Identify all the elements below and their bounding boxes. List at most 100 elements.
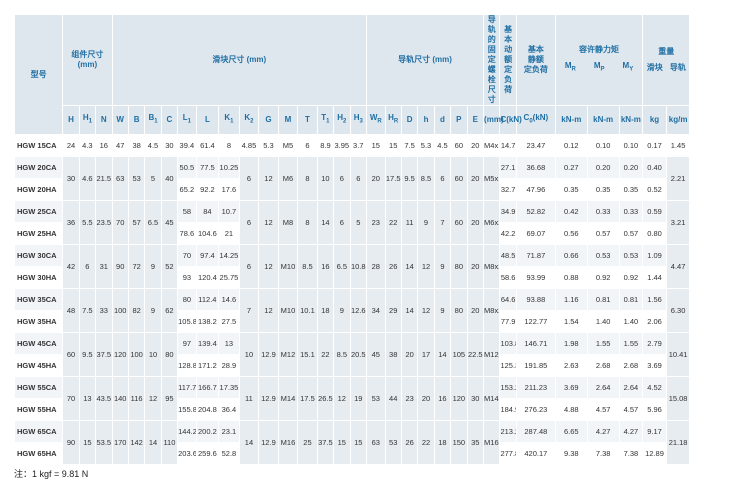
cell-value: 26 bbox=[401, 421, 418, 464]
cell-value: 10 bbox=[239, 333, 259, 376]
cell-value: 27.5 bbox=[219, 311, 239, 332]
cell-wb: 2.06 bbox=[643, 311, 666, 332]
cell-value: M14 bbox=[278, 377, 298, 420]
cell-value: 14 bbox=[145, 421, 161, 464]
cell-value: 117.7 bbox=[178, 377, 196, 398]
col-c0: C0(kN) bbox=[516, 106, 555, 134]
cell-c0: 287.48 bbox=[516, 421, 555, 442]
cell-wb: 0.80 bbox=[643, 223, 666, 244]
cell-c0: 146.71 bbox=[516, 333, 555, 354]
table-row: HGW 55CA 70 13 43.5 140 116 12 95 117.7 166.7 17.3… bbox=[15, 377, 737, 420]
cell-value: 6 bbox=[239, 157, 259, 200]
cell-mr: 0.12 bbox=[555, 135, 587, 156]
cell-value: 12 bbox=[418, 245, 434, 288]
cell-value: 18 bbox=[317, 289, 334, 332]
cell-value: 15 bbox=[334, 421, 350, 464]
col-h2: H2 bbox=[334, 106, 350, 134]
cell-value: 9.5 bbox=[401, 157, 418, 200]
cell-value: 112.4 bbox=[196, 289, 219, 310]
cell-value: 11 bbox=[401, 201, 418, 244]
cell-value: 37.5 bbox=[96, 333, 112, 376]
cell-value: 7 bbox=[239, 289, 259, 332]
cell-value: 52.8 bbox=[219, 443, 239, 464]
cell-value: 23 bbox=[367, 201, 385, 244]
cell-value: 9 bbox=[334, 289, 350, 332]
cell-value: 33 bbox=[96, 289, 112, 332]
cell-value: 5 bbox=[145, 157, 161, 200]
cell-value: 62 bbox=[161, 289, 178, 332]
cell-c0: 52.82 bbox=[516, 201, 555, 222]
cell-value: 82 bbox=[128, 289, 145, 332]
cell-wb: 1.09 bbox=[643, 245, 666, 266]
model-name: HGW 45CA bbox=[15, 333, 63, 354]
cell-mr: 3.69 bbox=[555, 377, 587, 398]
cell-value: M8x25 bbox=[484, 289, 500, 332]
cell-value: 20 bbox=[467, 157, 484, 200]
cell-c: 213.2 bbox=[500, 421, 516, 442]
cell-mr: 9.38 bbox=[555, 443, 587, 464]
cell-value: 6 bbox=[298, 135, 317, 156]
model-name: HGW 30HA bbox=[15, 267, 63, 288]
hgw-spec-table: 型号 组件尺寸 (mm) 滑块尺寸 (mm) 导轨尺寸 (mm) 导轨的 固定螺 栓尺寸 基本动… bbox=[14, 14, 738, 465]
model-name: HGW 65HA bbox=[15, 443, 63, 464]
cell-mp: 0.10 bbox=[587, 135, 619, 156]
cell-value: 110 bbox=[161, 421, 178, 464]
cell-c: 184.9 bbox=[500, 399, 516, 420]
table-row: HGW 35CA 48 7.5 33 100 82 9 62 80 112.4 14.6 7 12 M10… bbox=[15, 289, 737, 332]
cell-value: 6.5 bbox=[145, 201, 161, 244]
cell-wb: 1.44 bbox=[643, 267, 666, 288]
header-weight-sub: 滑块 导轨 bbox=[643, 63, 689, 73]
cell-value: 22 bbox=[418, 421, 434, 464]
cell-value: 42 bbox=[63, 245, 79, 288]
cell-value: 3.7 bbox=[350, 135, 367, 156]
cell-c: 125.3 bbox=[500, 355, 516, 376]
cell-value: 105 bbox=[451, 333, 467, 376]
cell-value: 7 bbox=[434, 201, 451, 244]
model-name: HGW 25CA bbox=[15, 201, 63, 222]
cell-c: 27.1 bbox=[500, 157, 516, 178]
cell-value: 26.5 bbox=[317, 377, 334, 420]
cell-value: 20 bbox=[418, 377, 434, 420]
cell-value: 53.5 bbox=[96, 421, 112, 464]
cell-value: 70 bbox=[112, 201, 128, 244]
cell-value: M10 bbox=[278, 289, 298, 332]
cell-value: 12.9 bbox=[259, 421, 278, 464]
cell-value: 14 bbox=[239, 421, 259, 464]
cell-mp: 0.81 bbox=[587, 289, 619, 310]
cell-my: 2.64 bbox=[619, 377, 643, 398]
cell-c: 14.7 bbox=[500, 135, 516, 156]
cell-c: 103.8 bbox=[500, 333, 516, 354]
cell-value: 4.5 bbox=[145, 135, 161, 156]
col-p: P bbox=[451, 106, 467, 134]
cell-wb: 0.40 bbox=[643, 157, 666, 178]
cell-mp: 4.57 bbox=[587, 399, 619, 420]
cell-wb: 5.96 bbox=[643, 399, 666, 420]
model-name: HGW 55CA bbox=[15, 377, 63, 398]
col-e: E bbox=[467, 106, 484, 134]
cell-mp: 1.40 bbox=[587, 311, 619, 332]
cell-value: 20 bbox=[367, 157, 385, 200]
header-model: 型号 bbox=[15, 15, 63, 134]
cell-value: 43.5 bbox=[96, 377, 112, 420]
cell-value: 8.9 bbox=[317, 135, 334, 156]
cell-value: 10.25 bbox=[219, 157, 239, 178]
cell-value: 10.1 bbox=[298, 289, 317, 332]
header-weight-block: 滑块 bbox=[646, 63, 663, 72]
cell-value: 8 bbox=[298, 201, 317, 244]
cell-value: 12 bbox=[418, 289, 434, 332]
cell-value: 4.5 bbox=[434, 135, 451, 156]
cell-value: 53 bbox=[128, 157, 145, 200]
cell-value: M5 bbox=[278, 135, 298, 156]
cell-value: M14x45 bbox=[484, 377, 500, 420]
cell-value: 14 bbox=[401, 289, 418, 332]
cell-value: 72 bbox=[128, 245, 145, 288]
cell-value: 6 bbox=[239, 245, 259, 288]
cell-value: 31 bbox=[96, 245, 112, 288]
col-b: B bbox=[128, 106, 145, 134]
cell-mp: 0.20 bbox=[587, 157, 619, 178]
cell-c: 34.9 bbox=[500, 201, 516, 222]
cell-value: 14.6 bbox=[219, 289, 239, 310]
cell-rail-weight: 1.45 bbox=[666, 135, 690, 156]
header-bolt: 导轨的 固定螺 栓尺寸 bbox=[484, 15, 500, 105]
cell-c0: 122.77 bbox=[516, 311, 555, 332]
